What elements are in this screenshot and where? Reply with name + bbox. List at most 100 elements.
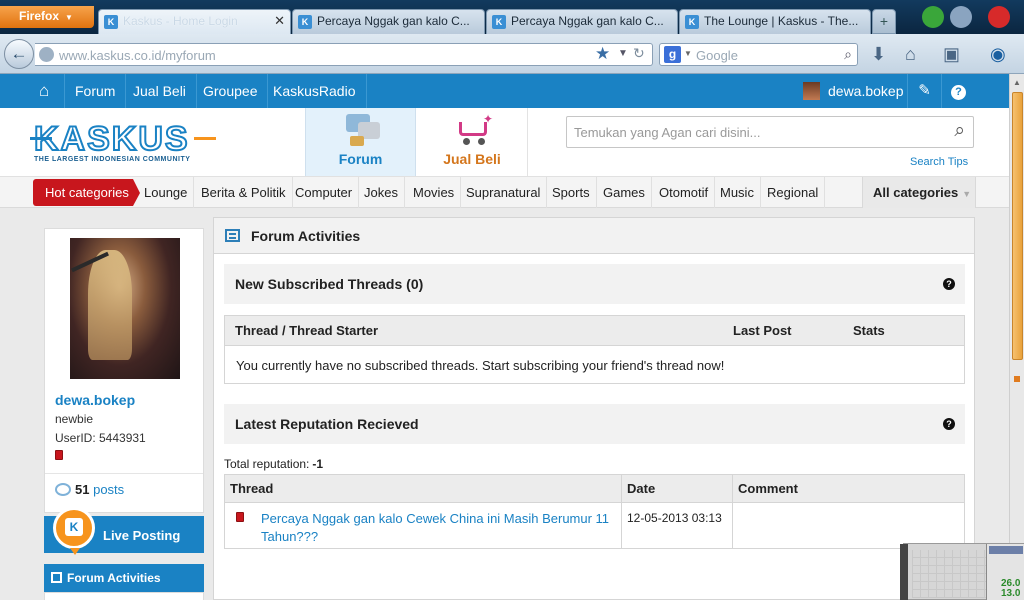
back-button[interactable]: ← <box>4 39 34 69</box>
help-question-icon[interactable]: ? <box>943 278 955 290</box>
menu-jual-beli[interactable]: Jual Beli <box>123 74 197 108</box>
category-label: Berita & Politik <box>201 185 286 200</box>
tab-the-lounge[interactable]: K The Lounge | Kaskus - The... <box>679 9 871 34</box>
firefox-menu-button[interactable]: Firefox ▼ <box>0 6 94 28</box>
help-button[interactable]: ? <box>941 74 975 108</box>
page-scrollbar[interactable]: ▲ <box>1009 74 1024 600</box>
reload-icon[interactable]: ↻ <box>633 45 645 62</box>
google-icon[interactable]: g <box>664 46 681 63</box>
category-jokes[interactable]: Jokes <box>358 177 405 208</box>
category-sports[interactable]: Sports <box>546 177 597 208</box>
profile-username[interactable]: dewa.bokep <box>55 392 135 408</box>
sidebar-item-forum-activities[interactable]: Forum Activities <box>44 564 204 592</box>
widget-handle[interactable] <box>900 544 908 600</box>
menu-forum[interactable]: Forum <box>65 74 127 108</box>
engine-dropdown-icon[interactable]: ▼ <box>684 49 692 58</box>
tab-percaya-1[interactable]: K Percaya Nggak gan kalo C... <box>292 9 485 34</box>
kaskus-logo[interactable]: KASKUS THE LARGEST INDONESIAN COMMUNITY <box>30 121 216 163</box>
question-icon: ? <box>951 85 966 100</box>
category-label: Supranatural <box>466 185 541 200</box>
profile-divider <box>45 473 203 474</box>
menu-label: Jual Beli <box>133 83 186 99</box>
column-divider <box>732 475 733 548</box>
logo-tagline: THE LARGEST INDONESIAN COMMUNITY <box>34 156 191 163</box>
kaskus-favicon-icon: K <box>685 15 699 29</box>
download-icon[interactable]: ⬇ <box>871 44 886 65</box>
live-posting-button[interactable]: K Live Posting <box>44 507 204 555</box>
site-search-input[interactable]: Temukan yang Agan cari disini... ⌕ <box>566 116 974 148</box>
addon-bar-icon[interactable]: ▣ <box>943 44 960 65</box>
category-regional[interactable]: Regional <box>761 177 826 208</box>
category-supranatural[interactable]: Supranatural <box>460 177 548 208</box>
close-tab-icon[interactable]: ✕ <box>274 13 285 29</box>
kaskus-favicon-icon: K <box>492 15 506 29</box>
help-question-icon[interactable]: ? <box>943 418 955 430</box>
edit-pencil-icon[interactable]: ✎ <box>907 74 941 108</box>
posts-count: 51 <box>75 482 90 497</box>
live-posting-label: Live Posting <box>103 528 181 543</box>
category-label: Otomotif <box>659 185 709 200</box>
sync-icon[interactable]: ◉ <box>990 44 1006 65</box>
category-otomotif[interactable]: Otomotif <box>653 177 716 208</box>
reputation-red-icon <box>55 450 63 460</box>
browser-navigation-bar: ← www.kaskus.co.id/myforum ★ ▼ ↻ g ▼ Goo… <box>0 34 1024 74</box>
angry-bird-addon-icon[interactable] <box>988 6 1010 28</box>
address-bar[interactable]: www.kaskus.co.id/myforum ★ ▼ ↻ <box>35 43 653 66</box>
money-addon-icon[interactable] <box>922 6 944 28</box>
profile-posts-link[interactable]: 51 posts <box>55 482 124 497</box>
scroll-up-icon[interactable]: ▲ <box>1013 78 1021 87</box>
home-icon[interactable]: ⌂ <box>905 44 916 65</box>
kaskus-header: KASKUS THE LARGEST INDONESIAN COMMUNITY … <box>0 108 1009 176</box>
panel-header: Forum Activities <box>214 218 974 254</box>
hot-categories-label[interactable]: Hot categories <box>33 179 140 206</box>
forum-activities-panel: Forum Activities New Subscribed Threads … <box>213 217 975 600</box>
history-dropdown-icon[interactable]: ▼ <box>618 48 628 59</box>
new-tab-button[interactable]: + <box>872 9 896 34</box>
user-avatar[interactable] <box>803 82 820 100</box>
menu-groupee[interactable]: Groupee <box>193 74 269 108</box>
category-lounge[interactable]: Lounge <box>138 177 195 208</box>
category-computer[interactable]: Computer <box>289 177 360 208</box>
table-header: Thread / Thread Starter Last Post Stats <box>225 316 964 346</box>
sidebar-panel <box>44 592 204 600</box>
system-monitor-widget[interactable]: 26.0 13.0 <box>900 543 1024 600</box>
category-label: Regional <box>767 185 819 200</box>
live-posting-badge-icon: K <box>53 507 95 555</box>
category-label: Lounge <box>144 185 188 200</box>
category-music[interactable]: Music <box>714 177 761 208</box>
globe-icon <box>39 47 54 62</box>
forum-section-tab[interactable]: Forum <box>305 108 416 176</box>
menu-label: Forum <box>75 83 116 99</box>
reputation-title: Latest Reputation Recieved <box>235 416 419 432</box>
jual-beli-section-tab[interactable]: ✦ Jual Beli <box>417 108 528 176</box>
reputation-thread-link[interactable]: Percaya Nggak gan kalo Cewek China ini M… <box>261 510 617 546</box>
username-link[interactable]: dewa.bokep <box>828 74 904 108</box>
all-categories-dropdown[interactable]: All categories ▼ <box>862 177 976 208</box>
menu-kaskusradio[interactable]: KaskusRadio <box>263 74 367 108</box>
search-icon[interactable]: ⌕ <box>844 46 852 63</box>
category-berita-politik[interactable]: Berita & Politik <box>195 177 293 208</box>
bird-addon-icon[interactable] <box>950 6 972 28</box>
tab-kaskus-home-login[interactable]: K Kaskus - Home Login ✕ <box>98 9 291 34</box>
category-games[interactable]: Games <box>597 177 652 208</box>
browser-search-bar[interactable]: g ▼ Google ⌕ <box>659 43 858 66</box>
bookmark-star-icon[interactable]: ★ <box>595 44 610 64</box>
profile-rank: newbie <box>55 412 94 426</box>
category-movies[interactable]: Movies <box>407 177 462 208</box>
tab-percaya-2[interactable]: K Percaya Nggak gan kalo C... <box>486 9 678 34</box>
home-icon[interactable]: ⌂ <box>29 74 65 108</box>
profile-user-id: UserID: 5443931 <box>55 431 146 445</box>
category-label: Sports <box>552 185 590 200</box>
profile-avatar[interactable] <box>70 238 180 379</box>
activity-list-icon <box>51 572 62 583</box>
search-tips-link[interactable]: Search Tips <box>910 156 968 168</box>
reputation-header: Latest Reputation Recieved ? <box>224 404 965 444</box>
scrollbar-thumb[interactable] <box>1012 92 1023 360</box>
kaskus-favicon-icon: K <box>104 15 118 29</box>
browser-tab-bar: Firefox ▼ K Kaskus - Home Login ✕ K Perca… <box>0 0 1024 34</box>
category-label: Jokes <box>364 185 398 200</box>
monitor-titlebar <box>989 546 1023 554</box>
search-icon[interactable]: ⌕ <box>954 120 965 142</box>
total-reputation-label: Total reputation: <box>224 457 310 471</box>
firefox-menu-label: Firefox <box>19 9 60 23</box>
